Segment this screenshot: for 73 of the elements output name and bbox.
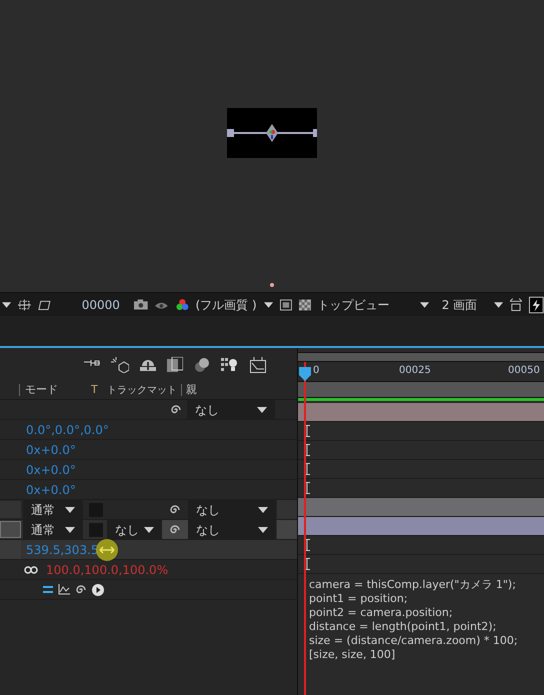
column-header[interactable]: T	[91, 382, 107, 398]
keyframe-icon[interactable]	[304, 463, 310, 475]
layers-icon[interactable]	[194, 356, 210, 372]
parent-dropdown[interactable]: なし	[188, 500, 276, 519]
time-ruler[interactable]: 0 00025 00050	[298, 362, 544, 381]
column-header[interactable]: モード	[25, 382, 85, 398]
layer-swatch	[0, 521, 21, 538]
keyframe-icon[interactable]	[304, 539, 310, 551]
property-value[interactable]: 0x+0.0°	[26, 440, 76, 458]
expression-line[interactable]: camera = thisComp.layer("カメラ 1");	[309, 578, 544, 592]
expression-line[interactable]: [size, size, 100]	[309, 648, 544, 662]
mode-dropdown[interactable]: 通常	[23, 500, 83, 519]
cube-icon[interactable]	[111, 356, 129, 372]
layout-dropdown[interactable]: 2 画面	[442, 296, 488, 314]
pick-whip-icon[interactable]	[170, 404, 182, 416]
checkerboard-icon[interactable]	[298, 298, 311, 310]
light-bulb-icon[interactable]	[221, 356, 239, 372]
property-value[interactable]: 0x+0.0°	[26, 480, 76, 498]
playhead-handle-icon[interactable]	[299, 367, 311, 381]
caret-icon	[2, 302, 12, 308]
work-area-bar[interactable]	[298, 352, 544, 362]
column-header[interactable]: 親	[186, 382, 197, 398]
keyframe-icon[interactable]	[304, 444, 310, 456]
graph-icon[interactable]	[58, 584, 70, 595]
anchor-point	[270, 283, 274, 287]
ruler-label: 00050	[508, 364, 540, 378]
layer-row[interactable]: 通常 なし なし	[0, 520, 297, 539]
mode-dropdown[interactable]: 通常	[23, 520, 83, 539]
track-matte-dropdown[interactable]: なし	[107, 520, 162, 539]
fast-preview-icon[interactable]	[529, 296, 544, 314]
keyframe-icon[interactable]	[304, 482, 310, 494]
graph-editor-icon[interactable]	[250, 356, 266, 372]
region-icon[interactable]	[18, 298, 31, 310]
expression-line[interactable]: size = (distance/camera.zoom) * 100;	[309, 634, 544, 648]
resolution-dropdown[interactable]: (フル画質 )	[196, 296, 257, 314]
camera-icon[interactable]	[134, 299, 148, 310]
link-icon[interactable]	[24, 564, 38, 574]
column-header[interactable]: トラックマット	[107, 382, 177, 398]
ruler-label: 0	[313, 364, 320, 378]
motion-blur-icon[interactable]	[140, 358, 156, 370]
caret-icon	[264, 302, 273, 308]
caret-icon	[258, 526, 268, 532]
caret-icon	[420, 302, 429, 308]
color-channels-icon[interactable]	[176, 298, 189, 312]
frame-blend-icon[interactable]	[167, 356, 183, 372]
caret-icon	[65, 526, 75, 532]
parent-dropdown[interactable]: なし	[188, 520, 276, 539]
caret-icon	[144, 526, 154, 532]
keyframe-icon[interactable]	[304, 558, 310, 570]
caret-icon	[65, 506, 75, 512]
expression-line[interactable]: distance = length(point1, point2);	[309, 620, 544, 634]
layer-row[interactable]: 通常 なし	[0, 500, 297, 519]
parent-dropdown[interactable]: なし	[187, 400, 275, 419]
expression-line[interactable]: point2 = camera.position;	[309, 606, 544, 620]
timecode[interactable]: 00000	[82, 296, 128, 314]
equals-icon[interactable]	[43, 586, 53, 594]
pick-whip-icon[interactable]	[169, 504, 181, 516]
property-value[interactable]: 0.0°,0.0°,0.0°	[26, 420, 109, 438]
ruler-label: 00025	[399, 364, 431, 378]
pick-whip-icon[interactable]	[75, 584, 87, 596]
time-navigator[interactable]	[298, 381, 544, 398]
caret-icon	[257, 406, 267, 412]
play-icon[interactable]	[92, 584, 104, 596]
caret-icon	[258, 506, 268, 512]
preserve-transparency-toggle[interactable]	[89, 522, 103, 536]
keyframe-icon[interactable]	[304, 425, 310, 437]
expression-line[interactable]: point1 = position;	[309, 592, 544, 606]
property-value[interactable]: 0x+0.0°	[26, 460, 76, 478]
view-dropdown[interactable]: トップビュー	[318, 296, 413, 314]
pick-whip-icon[interactable]	[169, 524, 181, 536]
mask-outline-icon[interactable]	[38, 298, 51, 310]
safe-area-icon[interactable]	[280, 298, 292, 310]
caret-icon	[494, 302, 504, 308]
